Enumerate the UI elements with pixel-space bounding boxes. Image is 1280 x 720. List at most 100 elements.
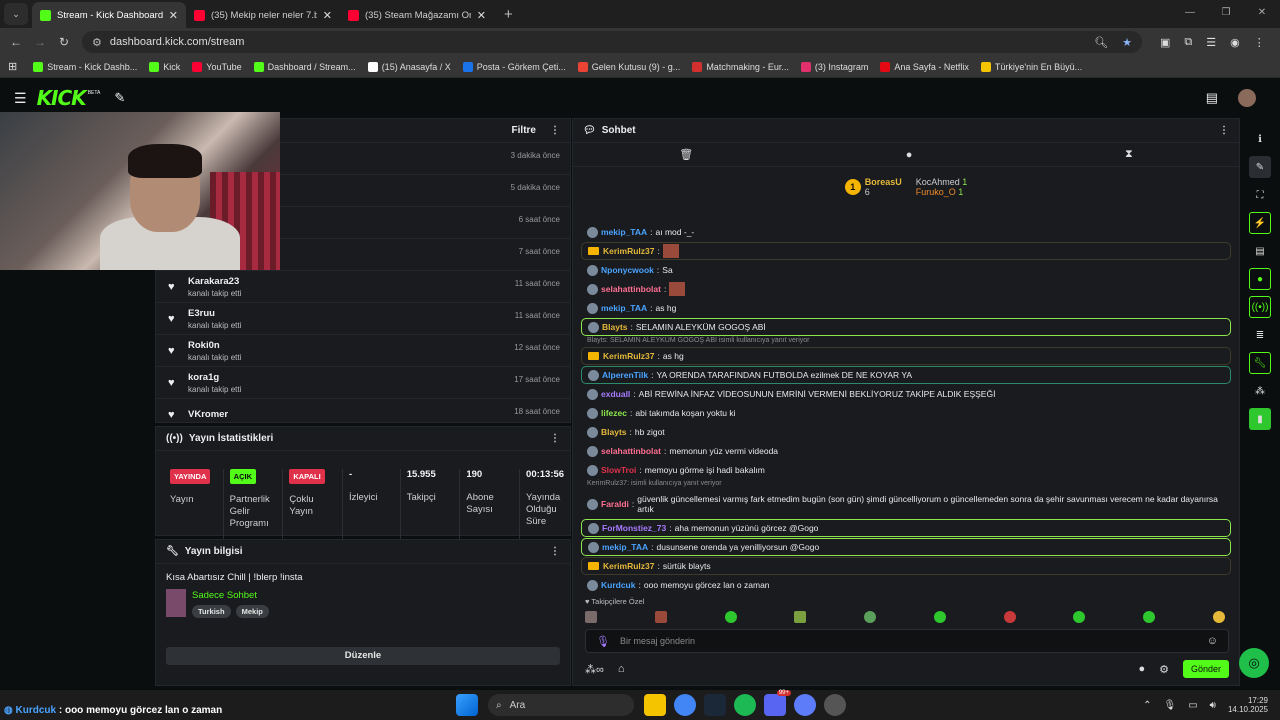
- chat-message[interactable]: Faraldi: güvenlik güncellemesi varmış far…: [581, 490, 1231, 518]
- bookmark-item[interactable]: Matchmaking - Eur...: [692, 61, 789, 72]
- info-menu-icon[interactable]: ⋮: [550, 546, 560, 557]
- display-icon[interactable]: ▭: [1188, 700, 1197, 711]
- emote[interactable]: [724, 611, 737, 623]
- chat-message[interactable]: Blayts: hb zigot: [581, 423, 1231, 441]
- chat-username[interactable]: exduall: [601, 389, 630, 399]
- close-tab-icon[interactable]: ✕: [323, 9, 332, 22]
- chat-message[interactable]: mekip_TAA: dusunsene orenda ya yenilliyor…: [581, 538, 1231, 556]
- pencil-icon[interactable]: ✎: [1249, 156, 1271, 178]
- chat-message[interactable]: KerimRulz37:: [581, 242, 1231, 260]
- chat-message[interactable]: SlowTroi: memoyu görme işi hadi bakalım: [581, 461, 1231, 479]
- volume-icon[interactable]: 🔊︎: [1210, 700, 1216, 711]
- browser-menu-icon[interactable]: ⋮: [1254, 36, 1265, 49]
- profile-icon[interactable]: ◉: [1230, 36, 1240, 49]
- broadcast-icon[interactable]: ((•)): [1249, 296, 1271, 318]
- share-icon[interactable]: ⁂: [1249, 380, 1271, 402]
- tab-youtube-2[interactable]: (35) Steam Mağazamı Onayla A ✕: [340, 2, 494, 28]
- store-icon[interactable]: ⌂: [618, 663, 625, 675]
- lightning-icon[interactable]: ⚡: [1249, 212, 1271, 234]
- document-icon[interactable]: ▤: [1249, 240, 1271, 262]
- chat-message[interactable]: KerimRulz37: as hg: [581, 347, 1231, 365]
- chat-message[interactable]: ForMonstiez_73: aha memonun yüzünü görcez…: [581, 519, 1231, 537]
- chat-username[interactable]: mekip_TAA: [602, 542, 648, 552]
- chat-message[interactable]: KerimRulz37: sürtük blayts: [581, 557, 1231, 575]
- obs-icon[interactable]: [824, 694, 846, 716]
- emote[interactable]: [794, 611, 807, 623]
- chat-username[interactable]: mekip_TAA: [601, 227, 647, 237]
- chat-username[interactable]: mekip_TAA: [601, 303, 647, 313]
- focus-icon[interactable]: ⛶: [1249, 184, 1271, 206]
- chat-username[interactable]: KerimRulz37: [603, 561, 655, 571]
- chat-message[interactable]: mekip_TAA: as hg: [581, 299, 1231, 317]
- minimize-icon[interactable]: —: [1172, 0, 1208, 26]
- stack-icon[interactable]: ≣: [1249, 324, 1271, 346]
- chat-username[interactable]: Faraldi: [601, 499, 629, 509]
- close-tab-icon[interactable]: ✕: [477, 9, 486, 22]
- close-window-icon[interactable]: ✕: [1244, 0, 1280, 26]
- zoom-icon[interactable]: 🔍︎: [1094, 36, 1108, 49]
- speech-bubble-icon[interactable]: ●: [906, 149, 913, 161]
- points-icon[interactable]: ⁂∞: [585, 663, 604, 676]
- wrench-icon[interactable]: 🔧︎: [1249, 352, 1271, 374]
- maximize-icon[interactable]: ❐: [1208, 0, 1244, 26]
- chat-username[interactable]: Nponycwook: [601, 265, 654, 275]
- mic-icon[interactable]: 🎙︎: [596, 635, 610, 648]
- reading-list-icon[interactable]: ☰: [1206, 36, 1216, 49]
- emote[interactable]: [933, 611, 946, 623]
- layout-icon[interactable]: ▤: [1206, 90, 1218, 106]
- tray-chevron-icon[interactable]: ⌃: [1143, 700, 1151, 711]
- emote[interactable]: [1003, 611, 1016, 623]
- emoji-icon[interactable]: ☺: [1207, 635, 1218, 647]
- chat-message[interactable]: Nponycwook: Sa: [581, 261, 1231, 279]
- chrome-icon[interactable]: [674, 694, 696, 716]
- windows-start-icon[interactable]: [456, 694, 478, 716]
- emote[interactable]: [1143, 611, 1156, 623]
- bookmark-item[interactable]: (3) Instagram: [800, 61, 868, 72]
- hourglass-icon[interactable]: ⧗: [1125, 148, 1133, 161]
- bookmark-item[interactable]: Stream - Kick Dashb...: [33, 61, 137, 72]
- discord-icon[interactable]: 99+: [764, 690, 791, 716]
- tab-youtube-1[interactable]: (35) Mekip neler neler 7.bölüm ✕: [186, 2, 340, 28]
- tab-search-button[interactable]: ⌄: [4, 3, 28, 25]
- chat-message[interactable]: lifezec: abi takımda koşan yoktu ki: [581, 404, 1231, 422]
- chat-message[interactable]: Kurdcuk: ooo memoyu görcez lan o zaman: [581, 576, 1231, 594]
- file-explorer-icon[interactable]: [644, 694, 666, 716]
- chat-username[interactable]: selahattinbolat: [601, 284, 661, 294]
- url-field[interactable]: ⚙ dashboard.kick.com/stream 🔍︎ ★: [82, 31, 1142, 53]
- chat-message[interactable]: exduall: ABİ REWİNA İNFAZ VİDEOSUNUN EMRİ…: [581, 385, 1231, 403]
- bookmark-item[interactable]: Kick: [149, 61, 180, 72]
- chat-username[interactable]: Blayts: [602, 322, 628, 332]
- chat-username[interactable]: Blayts: [601, 427, 627, 437]
- close-tab-icon[interactable]: ✕: [169, 9, 178, 22]
- stats-menu-icon[interactable]: ⋮: [550, 433, 560, 444]
- filter-button[interactable]: Filtre: [512, 125, 536, 136]
- send-button[interactable]: Gönder: [1182, 660, 1229, 678]
- bookmark-item[interactable]: Türkiye'nin En Büyü...: [980, 61, 1082, 72]
- bookmark-item[interactable]: (15) Anasayfa / X: [367, 61, 451, 72]
- apps-grid-icon[interactable]: ⊞: [8, 60, 17, 73]
- chat-message[interactable]: mekip_TAA: aı mod -_-: [581, 223, 1231, 241]
- tab-kick-dashboard[interactable]: Stream - Kick Dashboard ✕: [32, 2, 186, 28]
- extensions-puzzle-icon[interactable]: ⧉: [1184, 36, 1192, 49]
- avatar[interactable]: [1238, 89, 1256, 107]
- site-info-icon[interactable]: ⚙: [92, 36, 102, 49]
- chat-username[interactable]: AlperenTilk: [602, 370, 648, 380]
- bookmark-item[interactable]: YouTube: [192, 61, 242, 72]
- steam-icon[interactable]: [704, 694, 726, 716]
- chat-menu-icon[interactable]: ⋮: [1219, 125, 1229, 136]
- chat-username[interactable]: KerimRulz37: [603, 351, 655, 361]
- chat-username[interactable]: lifezec: [601, 408, 627, 418]
- emote[interactable]: [864, 611, 877, 623]
- activity-menu-icon[interactable]: ⋮: [550, 125, 560, 136]
- chat-username[interactable]: selahattinbolat: [601, 446, 661, 456]
- app-icon[interactable]: ▮: [1249, 408, 1271, 430]
- emote[interactable]: [1073, 611, 1086, 623]
- chat-message[interactable]: selahattinbolat:: [581, 280, 1231, 298]
- edit-brush-icon[interactable]: ✎: [114, 90, 125, 106]
- app-icon[interactable]: [794, 694, 816, 716]
- emote[interactable]: [654, 611, 667, 623]
- bookmark-item[interactable]: Posta - Görkem Çeti...: [462, 61, 566, 72]
- category-link[interactable]: Sadece Sohbet: [192, 590, 269, 601]
- forward-icon[interactable]: →: [28, 35, 52, 49]
- chat-username[interactable]: KerimRulz37: [603, 246, 655, 256]
